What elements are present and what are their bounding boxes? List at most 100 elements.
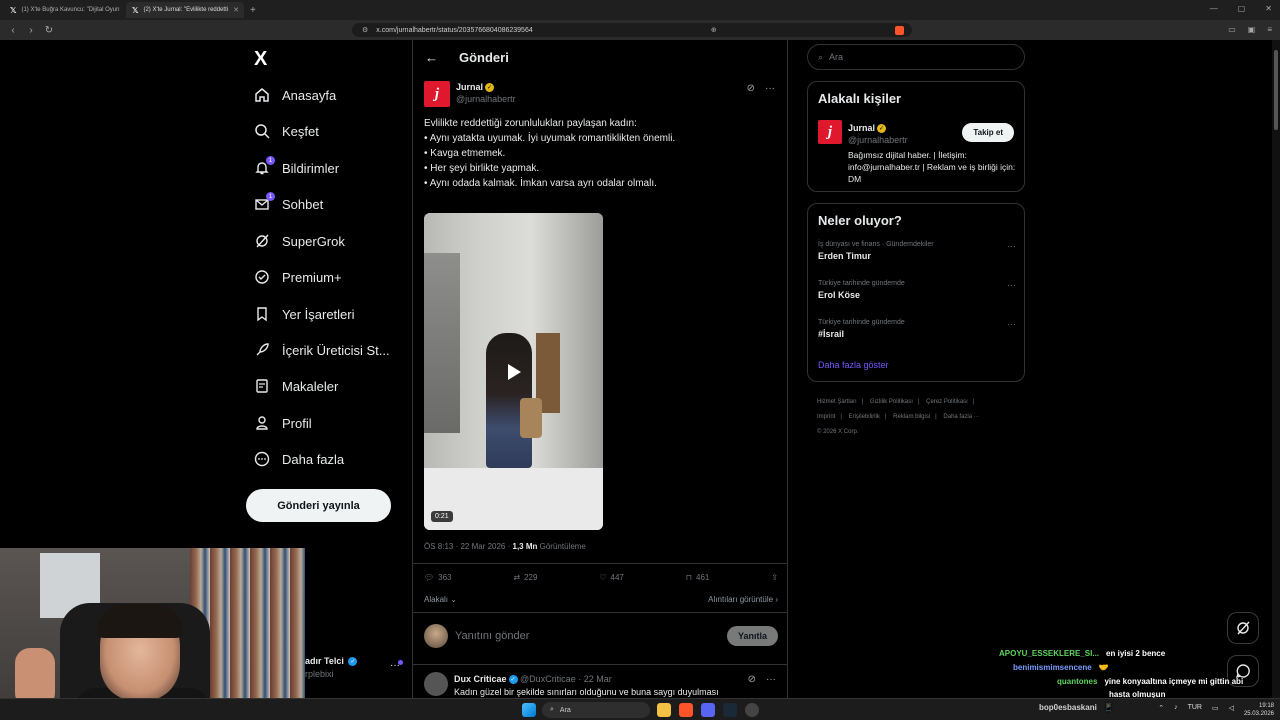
footer-link[interactable]: Imprint	[817, 414, 835, 420]
browser-tab-1[interactable]: 𝕏 (1) X'te Buğra Kavuncu: "Dijital Oyun …	[4, 2, 122, 18]
account-switcher[interactable]: adır Telci ✓ rplebixi ···	[305, 652, 405, 692]
tweet-line: • Kavga etmemek.	[424, 148, 506, 159]
wallet-icon[interactable]: ▣	[1248, 25, 1256, 34]
minimize-icon[interactable]: —	[1210, 4, 1218, 13]
tweet-video[interactable]: 0:21	[424, 213, 603, 530]
follow-button[interactable]: Takip et	[962, 123, 1014, 142]
jurnal-avatar[interactable]: j	[818, 120, 842, 144]
sort-dropdown[interactable]: Alakalı ⌄	[424, 595, 457, 604]
reply-icon: 💬︎	[424, 573, 435, 582]
repost-action[interactable]: ⇄ 229	[513, 573, 537, 582]
footer-link[interactable]: Hizmet Şartları	[817, 399, 857, 405]
footer-link[interactable]: Gizlilik Politikası	[870, 399, 913, 405]
reply-button[interactable]: Yanıtla	[726, 626, 778, 646]
reply-input[interactable]: Yanıtını gönder	[455, 630, 529, 642]
nav-bookmarks[interactable]: Yer İşaretleri	[254, 306, 355, 322]
trend-item[interactable]: Türkiye tarihinde gündemde #İsrail ···	[818, 319, 1016, 339]
zoom-icon[interactable]: ⊕	[711, 26, 717, 34]
file-explorer-icon[interactable]	[657, 703, 671, 717]
clock[interactable]: 19:18 25.03.2026	[1244, 702, 1274, 718]
relevant-people-card: Alakalı kişiler j Jurnal ✓ @jurnalhabertr…	[807, 81, 1025, 192]
nav-profile[interactable]: Profil	[254, 415, 312, 431]
steam-icon[interactable]	[723, 703, 737, 717]
footer-link[interactable]: Erişilebilirlik	[849, 414, 880, 420]
grok-icon[interactable]: ⊘	[747, 83, 755, 94]
chevron-up-icon[interactable]: ⌃	[1158, 704, 1164, 712]
discord-icon[interactable]	[701, 703, 715, 717]
page-scrollbar[interactable]	[1272, 40, 1280, 700]
nav-supergrok[interactable]: SuperGrok	[254, 233, 345, 249]
show-more-link[interactable]: Daha fazla göster	[818, 360, 889, 370]
nav-premium[interactable]: Premium+	[254, 269, 342, 285]
brave-browser-icon[interactable]	[679, 703, 693, 717]
nav-home[interactable]: Anasayfa	[254, 87, 336, 103]
trend-item[interactable]: İş dünyası ve finans · Gündemdekiler Erd…	[818, 241, 1016, 261]
brave-shield-icon[interactable]	[894, 25, 904, 35]
volume-icon[interactable]: ◁	[1229, 704, 1234, 712]
more-options-icon[interactable]: ···	[1007, 241, 1016, 251]
more-options-icon[interactable]: ···	[1007, 319, 1016, 329]
nav-explore[interactable]: Keşfet	[254, 123, 319, 139]
view-quotes-link[interactable]: Alıntıları görüntüle ›	[708, 595, 778, 604]
jurnal-avatar[interactable]: j	[424, 81, 450, 107]
reload-icon[interactable]: ↻	[44, 25, 54, 36]
network-icon[interactable]: ▭	[1212, 704, 1219, 712]
grok-icon	[254, 233, 270, 249]
microphone-icon[interactable]: ♪	[1174, 704, 1178, 712]
x-logo-icon[interactable]: X	[254, 48, 267, 71]
tweet-line: • Aynı odada kalmak. İmkan varsa ayrı od…	[424, 178, 657, 189]
relevant-person[interactable]: Jurnal ✓ @jurnalhabertr	[848, 122, 908, 146]
reply-author-avatar[interactable]	[424, 672, 448, 696]
play-icon[interactable]	[502, 361, 524, 383]
nav-creator-studio[interactable]: İçerik Üreticisi St...	[254, 342, 390, 358]
tweet-author[interactable]: j Jurnal ✓ @jurnalhabertr	[424, 81, 516, 107]
author-display-name[interactable]: Jurnal	[456, 82, 483, 92]
sidebar-toggle-icon[interactable]: ▭	[1228, 25, 1236, 34]
search-input[interactable]: ⌕ Ara	[807, 44, 1025, 70]
new-tab-icon[interactable]: +	[250, 5, 256, 16]
taskbar-search[interactable]: ⌕ Ara	[542, 702, 650, 718]
more-options-icon[interactable]: ···	[1007, 280, 1016, 290]
tweet-top-icons: ⊘ ···	[747, 83, 775, 94]
author-handle[interactable]: @jurnalhabertr	[456, 93, 516, 105]
views-label: Görüntüleme	[537, 542, 586, 551]
reply-author-name[interactable]: Dux Criticae	[454, 674, 507, 684]
forward-nav-icon[interactable]: ›	[26, 25, 36, 36]
scrollbar-thumb[interactable]	[1274, 50, 1278, 130]
footer-link[interactable]: Çerez Politikası	[926, 399, 968, 405]
chat-message: quantones yine konyaaltına içmeye mi gitt…	[1057, 677, 1243, 686]
share-icon[interactable]: ⇪	[771, 573, 778, 582]
close-window-icon[interactable]: ✕	[1265, 4, 1272, 13]
menu-icon[interactable]: ≡	[1267, 25, 1272, 34]
tweet-meta: ÖS 8:13 · 22 Mar 2026 · 1,3 Mn Görüntüle…	[424, 542, 586, 551]
back-arrow-icon[interactable]: ←	[425, 50, 438, 65]
grok-icon[interactable]: ⊘	[748, 674, 756, 685]
chat-user: benimismimsencene	[1013, 663, 1092, 672]
site-info-icon[interactable]: ⚙	[362, 26, 368, 34]
like-action[interactable]: ♡ 447	[599, 573, 624, 582]
tweet-timestamp[interactable]: ÖS 8:13 · 22 Mar 2026 ·	[424, 542, 513, 551]
back-nav-icon[interactable]: ‹	[8, 25, 18, 36]
more-options-icon[interactable]: ···	[766, 674, 776, 685]
nav-articles[interactable]: Makaleler	[254, 378, 338, 394]
grok-float-button[interactable]	[1227, 612, 1259, 644]
nav-more[interactable]: Daha fazla	[254, 451, 344, 467]
windows-start-icon[interactable]	[522, 703, 536, 717]
maximize-icon[interactable]: ▢	[1238, 4, 1246, 13]
more-options-icon[interactable]: ···	[765, 83, 775, 94]
tab-close-icon[interactable]: ✕	[233, 6, 239, 14]
browser-tab-2[interactable]: 𝕏 (2) X'te Jurnal: "Evlilikte reddetti ✕	[126, 2, 244, 18]
language-indicator[interactable]: TUR	[1188, 704, 1202, 712]
reply-action[interactable]: 💬︎ 363	[424, 573, 452, 582]
post-button[interactable]: Gönderi yayınla	[246, 489, 391, 522]
footer-link[interactable]: Reklam bilgisi	[893, 414, 930, 420]
repost-count: 229	[524, 573, 538, 582]
obs-icon[interactable]	[745, 703, 759, 717]
trend-item[interactable]: Türkiye tarihinde gündemde Erol Köse ···	[818, 280, 1016, 300]
footer-link[interactable]: Daha fazla ···	[943, 414, 979, 420]
bookmark-action[interactable]: ⊓ 461	[686, 573, 710, 582]
divider	[413, 664, 787, 665]
nav-notifications[interactable]: 1 Bildirimler	[254, 156, 339, 176]
nav-chat[interactable]: 1 Sohbet	[254, 192, 323, 212]
address-bar[interactable]: ⚙ x.com/jurnalhabertr/status/20357668040…	[352, 23, 912, 37]
